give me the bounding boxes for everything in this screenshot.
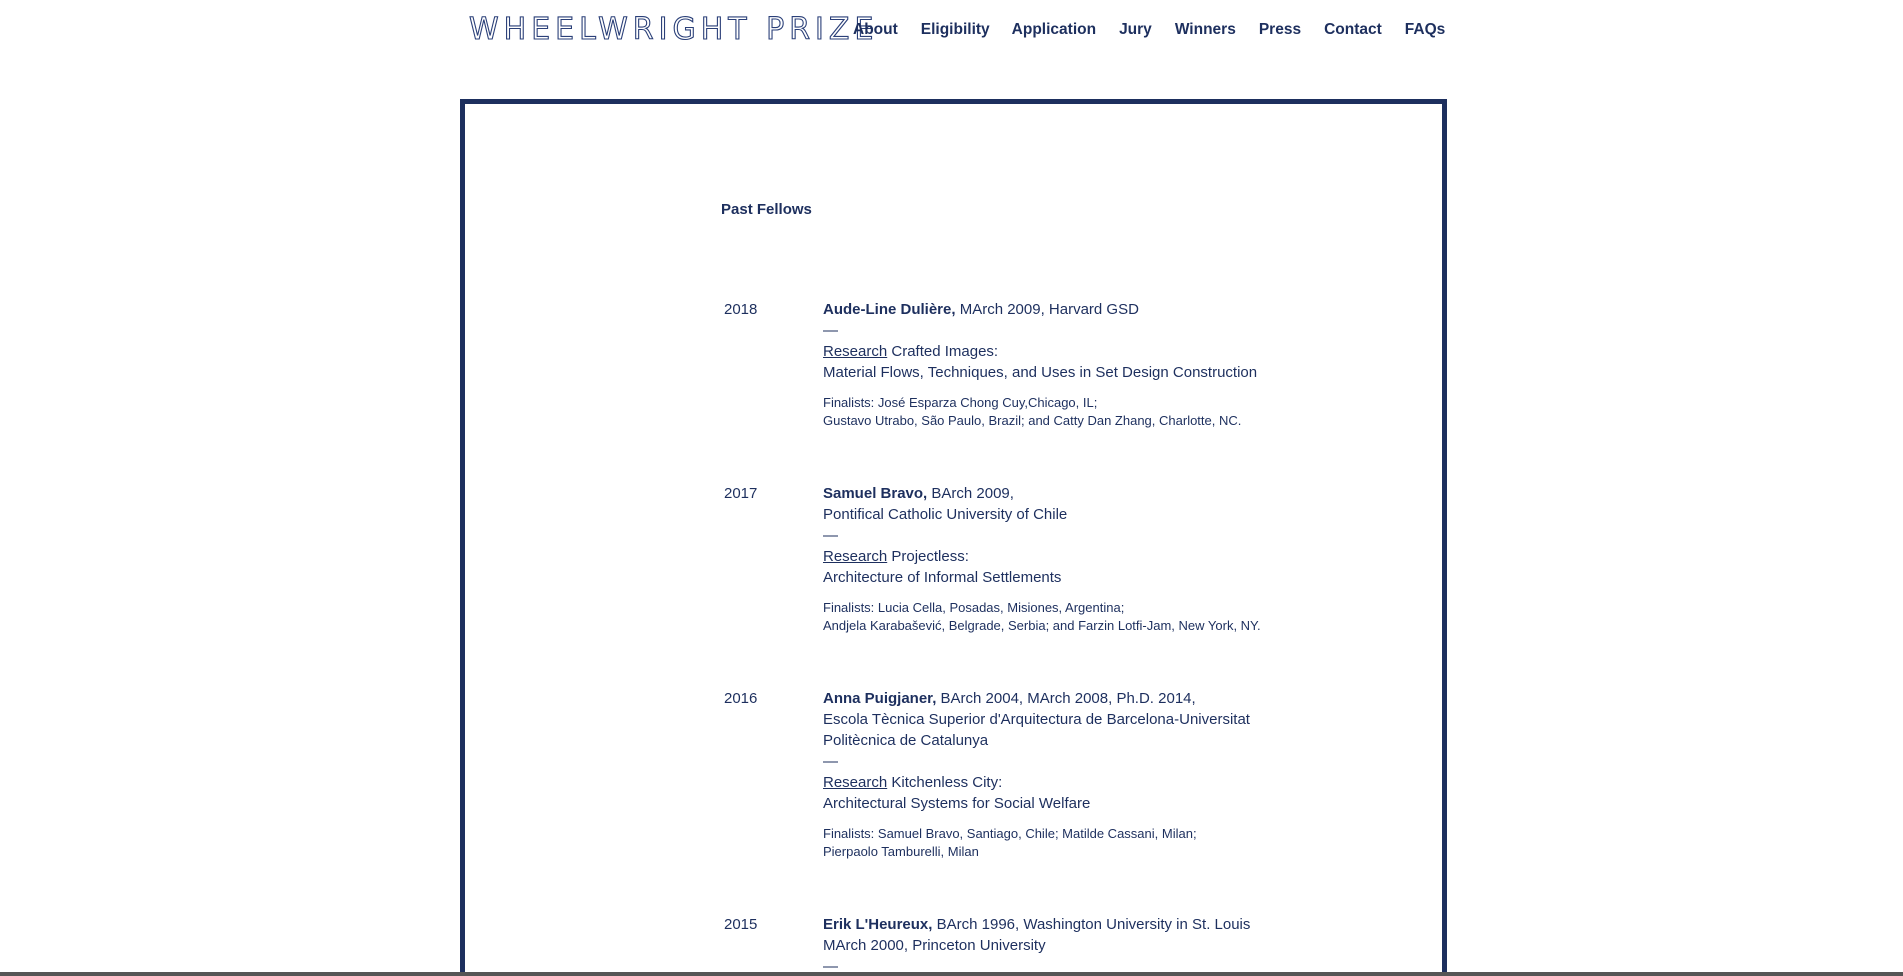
fellow-year: 2015	[724, 916, 758, 933]
nav-faqs[interactable]: FAQs	[1405, 19, 1445, 41]
nav-eligibility[interactable]: Eligibility	[921, 19, 990, 41]
fellow-year: 2018	[724, 301, 758, 318]
fellow-name: Erik L'Heureux,	[823, 916, 933, 933]
finalists-line: Finalists: Lucia Cella, Posadas, Misione…	[823, 600, 1125, 615]
divider-dash: —	[823, 322, 838, 339]
research-link[interactable]: Research	[823, 548, 887, 565]
research-title: Kitchenless City:	[887, 774, 1003, 791]
fellow-credentials: Politècnica de Catalunya	[823, 732, 989, 749]
page: WHEELWRIGHT PRIZE About Eligibility Appl…	[0, 0, 1903, 976]
nav-contact[interactable]: Contact	[1324, 19, 1382, 41]
divider-dash: —	[823, 753, 838, 770]
research-subtitle: Architecture of Informal Settlements	[823, 569, 1062, 586]
fellow-credentials: MArch 2009, Harvard GSD	[955, 301, 1139, 318]
finalists-line: Gustavo Utrabo, São Paulo, Brazil; and C…	[823, 413, 1242, 428]
finalists-line: Finalists: Samuel Bravo, Santiago, Chile…	[823, 826, 1197, 841]
fellow-credentials: Pontifical Catholic University of Chile	[823, 506, 1068, 523]
section-title: Past Fellows	[721, 201, 812, 218]
finalists: Finalists: Lucia Cella, Posadas, Misione…	[823, 599, 1383, 635]
finalists-line: Finalists: José Esparza Chong Cuy,Chicag…	[823, 395, 1098, 410]
finalists-line: Andjela Karabašević, Belgrade, Serbia; a…	[823, 618, 1261, 633]
finalists-line: Pierpaolo Tamburelli, Milan	[823, 844, 979, 859]
window-bottom-edge	[0, 972, 1903, 976]
nav-press[interactable]: Press	[1259, 19, 1301, 41]
nav-application[interactable]: Application	[1012, 19, 1096, 41]
nav-winners[interactable]: Winners	[1175, 19, 1236, 41]
fellow-details: Anna Puigjaner, BArch 2004, MArch 2008, …	[823, 688, 1383, 861]
fellow-details: Aude-Line Dulière, MArch 2009, Harvard G…	[823, 299, 1383, 430]
nav-about[interactable]: About	[853, 19, 898, 41]
divider-dash: —	[823, 527, 838, 544]
fellow-details: Erik L'Heureux, BArch 1996, Washington U…	[823, 914, 1383, 976]
fellow-credentials: Escola Tècnica Superior d'Arquitectura d…	[823, 711, 1250, 728]
fellow-name: Samuel Bravo,	[823, 485, 928, 502]
fellow-credentials: BArch 2004, MArch 2008, Ph.D. 2014,	[936, 690, 1196, 707]
fellow-year: 2017	[724, 485, 758, 502]
fellow-name: Anna Puigjaner,	[823, 690, 937, 707]
finalists: Finalists: Samuel Bravo, Santiago, Chile…	[823, 825, 1383, 861]
fellow-details: Samuel Bravo, BArch 2009, Pontifical Cat…	[823, 483, 1383, 635]
fellow-credentials: MArch 2000, Princeton University	[823, 937, 1046, 954]
research-title: Projectless:	[887, 548, 969, 565]
fellow-year: 2016	[724, 690, 758, 707]
fellow-name: Aude-Line Dulière,	[823, 301, 956, 318]
research-link[interactable]: Research	[823, 774, 887, 791]
main-nav: About Eligibility Application Jury Winne…	[853, 19, 1445, 41]
finalists: Finalists: José Esparza Chong Cuy,Chicag…	[823, 394, 1383, 430]
site-header: WHEELWRIGHT PRIZE About Eligibility Appl…	[0, 0, 1903, 60]
research-title: Crafted Images:	[887, 343, 999, 360]
research-subtitle: Material Flows, Techniques, and Uses in …	[823, 364, 1258, 381]
site-logo[interactable]: WHEELWRIGHT PRIZE	[468, 11, 878, 49]
research-link[interactable]: Research	[823, 343, 887, 360]
nav-jury[interactable]: Jury	[1119, 19, 1152, 41]
research-subtitle: Architectural Systems for Social Welfare	[823, 795, 1091, 812]
fellow-credentials: BArch 2009,	[927, 485, 1014, 502]
fellow-credentials: BArch 1996, Washington University in St.…	[932, 916, 1251, 933]
